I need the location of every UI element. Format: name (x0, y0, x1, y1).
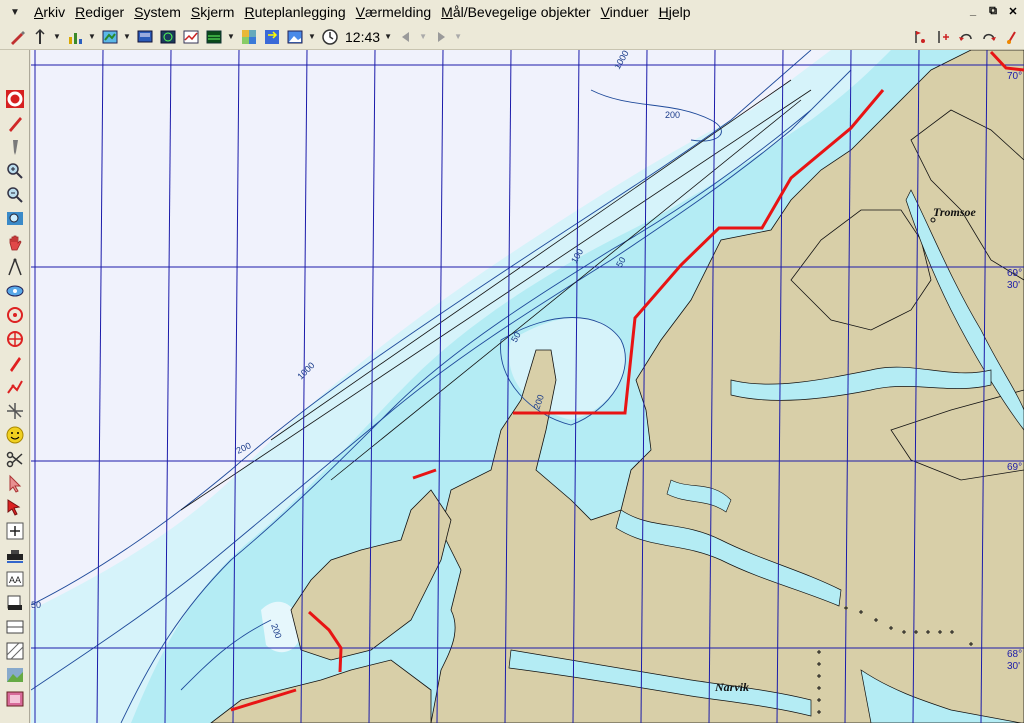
zoom-area-icon[interactable] (3, 208, 27, 230)
menu-arkiv[interactable]: Arkiv (30, 1, 69, 23)
chart-bars-dropdown-icon[interactable]: ▼ (87, 26, 97, 48)
forward-arrow-icon[interactable] (430, 26, 452, 48)
clock-dropdown-icon[interactable]: ▼ (383, 26, 393, 48)
menu-skjerm[interactable]: Skjerm (187, 1, 239, 23)
text-tool-icon[interactable]: AA (3, 568, 27, 590)
lat-label-69-30: 69° (1007, 268, 1022, 279)
compass-divider-icon[interactable] (3, 256, 27, 278)
clock-time: 12:43 (345, 28, 381, 45)
echo-sounder-dropdown-icon[interactable]: ▼ (226, 26, 236, 48)
zoom-out-icon[interactable] (3, 184, 27, 206)
pencil-icon[interactable] (3, 112, 27, 134)
svg-text:AA: AA (9, 575, 21, 585)
main-toolbar: ▼ ▼ ▼ ▼ ▼ 12:43 ▼ ▼ ▼ (0, 24, 1024, 50)
red-pencil-icon[interactable] (3, 352, 27, 374)
select-arrow-icon[interactable] (3, 496, 27, 518)
route-tool-icon[interactable] (3, 376, 27, 398)
lifebuoy-icon[interactable] (3, 88, 27, 110)
back-arrow-icon[interactable] (395, 26, 417, 48)
smiley-icon[interactable] (3, 424, 27, 446)
close-icon[interactable]: ✕ (1006, 3, 1020, 19)
route-add-icon[interactable] (932, 26, 954, 48)
menu-rediger[interactable]: Rediger (71, 1, 128, 23)
map-layers-icon[interactable] (99, 26, 121, 48)
nautical-chart[interactable]: Tromsoe Narvik 70° 69° 30' 69° 68° 30' 1… (31, 50, 1024, 723)
chart-bars-icon[interactable] (64, 26, 86, 48)
pen-icon[interactable] (3, 136, 27, 158)
map-layers-dropdown-icon[interactable]: ▼ (122, 26, 132, 48)
back-dropdown-icon[interactable]: ▼ (418, 26, 428, 48)
edit-pencil-icon[interactable] (6, 26, 28, 48)
photo-view-icon[interactable] (284, 26, 306, 48)
depth-label-50-west: 50 (31, 600, 41, 610)
landscape-icon[interactable] (3, 664, 27, 686)
chart-canvas: Tromsoe Narvik 70° 69° 30' 69° 68° 30' 1… (31, 50, 1024, 723)
lat-label-68-30: 68° (1007, 649, 1022, 660)
star-tool-icon[interactable] (3, 400, 27, 422)
depth-label-200-north: 200 (665, 110, 680, 120)
menu-system[interactable]: System (130, 1, 185, 23)
lat-label-68-30-min: 30' (1007, 661, 1020, 672)
depth-tool-dropdown-icon[interactable]: ▼ (52, 26, 62, 48)
menu-ruteplanlegging[interactable]: Ruteplanlegging (240, 1, 349, 23)
restore-icon[interactable]: ⧉ (986, 3, 1000, 19)
forward-dropdown-icon[interactable]: ▼ (453, 26, 463, 48)
minimize-icon[interactable]: _ (966, 3, 980, 19)
window-tool-icon[interactable] (3, 688, 27, 710)
route-redo-icon[interactable] (978, 26, 1000, 48)
pointer-hand-icon[interactable] (3, 472, 27, 494)
system-menu-icon[interactable]: ▼ (0, 0, 30, 24)
window-controls: _ ⧉ ✕ (966, 3, 1020, 19)
lat-label-69-30-min: 30' (1007, 280, 1020, 291)
route-start-icon[interactable] (909, 26, 931, 48)
ship-icon[interactable] (3, 544, 27, 566)
swap-view-icon[interactable] (261, 26, 283, 48)
photo-view-dropdown-icon[interactable]: ▼ (307, 26, 317, 48)
menu-mal-bevegelige-objekter[interactable]: Mål/Bevegelige objekter (437, 1, 594, 23)
menu-vaermelding[interactable]: Værmelding (352, 1, 435, 23)
crosshair-icon[interactable] (3, 328, 27, 350)
menu-bar: ▼ Arkiv Rediger System Skjerm Ruteplanle… (0, 0, 1024, 24)
lat-label-69: 69° (1007, 462, 1022, 473)
echo-sounder-icon[interactable] (203, 26, 225, 48)
rectangle-tool-icon[interactable] (3, 616, 27, 638)
left-toolbar: AA (0, 50, 30, 723)
route-end-icon[interactable] (1001, 26, 1023, 48)
depth-tool-icon[interactable] (29, 26, 51, 48)
hatch-tool-icon[interactable] (3, 640, 27, 662)
graph-view-icon[interactable] (180, 26, 202, 48)
tiles-view-icon[interactable] (238, 26, 260, 48)
menu-vinduer[interactable]: Vinduer (597, 1, 653, 23)
tide-icon[interactable] (3, 280, 27, 302)
target-icon[interactable] (3, 304, 27, 326)
menu-hjelp[interactable]: Hjelp (655, 1, 695, 23)
pan-hand-icon[interactable] (3, 232, 27, 254)
radar-view-icon[interactable] (157, 26, 179, 48)
place-tromsoe: Tromsoe (933, 205, 977, 219)
layer-tool-icon[interactable] (3, 592, 27, 614)
clock-icon[interactable] (319, 26, 341, 48)
scissors-icon[interactable] (3, 448, 27, 470)
monitor-view-icon[interactable] (134, 26, 156, 48)
place-narvik: Narvik (714, 680, 749, 694)
lat-label-70: 70° (1007, 71, 1022, 82)
route-undo-icon[interactable] (955, 26, 977, 48)
zoom-in-icon[interactable] (3, 160, 27, 182)
add-point-icon[interactable] (3, 520, 27, 542)
